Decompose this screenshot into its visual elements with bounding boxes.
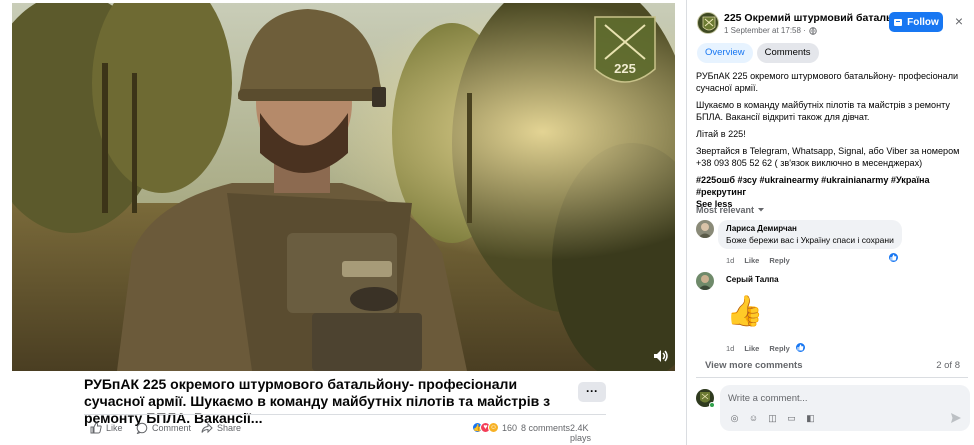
video-player[interactable]: 225 bbox=[12, 3, 675, 371]
tab-comments[interactable]: Comments bbox=[756, 43, 819, 63]
comment-button[interactable]: Comment bbox=[136, 422, 191, 434]
gif-icon[interactable]: ▭ bbox=[786, 413, 797, 424]
comment-meta: 1d Like Reply bbox=[726, 344, 790, 353]
comment-icon bbox=[136, 422, 148, 434]
video-frame: 225 bbox=[12, 3, 675, 371]
send-icon[interactable] bbox=[950, 412, 962, 424]
post-date-text: 1 September at 17:58 · bbox=[724, 26, 806, 35]
reaction-count[interactable]: 160 bbox=[502, 423, 517, 433]
comment-input-box[interactable]: ◎ ☺ ◫ ▭ ◧ bbox=[720, 385, 970, 431]
user-avatar-icon bbox=[696, 220, 714, 238]
comment-label: Comment bbox=[152, 423, 192, 433]
more-options-button[interactable]: ··· bbox=[578, 382, 606, 402]
share-button[interactable]: Share bbox=[201, 422, 241, 434]
globe-icon bbox=[809, 26, 817, 35]
sort-dropdown[interactable]: Most relevant bbox=[696, 205, 765, 215]
divider bbox=[84, 414, 606, 415]
description-line-2: Шукаємо в команду майбутніх пілотів та м… bbox=[696, 100, 950, 122]
sort-label: Most relevant bbox=[696, 205, 755, 215]
comment-time[interactable]: 1d bbox=[726, 344, 734, 353]
divider bbox=[696, 377, 968, 378]
post-date: 1 September at 17:58 · bbox=[724, 26, 817, 35]
camera-icon[interactable]: ◫ bbox=[767, 413, 778, 424]
chevron-down-icon bbox=[758, 208, 765, 212]
sidebar-tabs: Overview Comments bbox=[697, 43, 819, 63]
emoji-icon[interactable]: ☺ bbox=[748, 413, 759, 424]
description-line-3: Літай в 225! bbox=[696, 129, 746, 139]
follow-label: Follow bbox=[907, 16, 939, 28]
comment-input[interactable] bbox=[728, 390, 958, 406]
comment-meta: 1d Like Reply bbox=[726, 256, 790, 265]
video-panel: 225 РУБпАК 225 окремого штурмового батал… bbox=[0, 0, 686, 445]
facebook-video-post: 225 РУБпАК 225 окремого штурмового батал… bbox=[0, 0, 974, 445]
page-avatar-emblem-icon bbox=[702, 16, 716, 31]
composer-tools: ◎ ☺ ◫ ▭ ◧ bbox=[729, 413, 816, 424]
comment-count[interactable]: 8 comments bbox=[521, 423, 570, 433]
page-avatar[interactable] bbox=[697, 12, 719, 34]
comment-reply-button[interactable]: Reply bbox=[769, 256, 789, 265]
play-count: 2.4K plays bbox=[570, 423, 592, 443]
post-actions: Like Comment Share 👍 ♥ ☺ 160 8 comments … bbox=[84, 420, 606, 443]
description-line-1: РУБпАК 225 окремого штурмового батальйон… bbox=[696, 71, 959, 93]
commenter-avatar[interactable] bbox=[696, 272, 714, 290]
post-sidebar: 225 Окремий штурмовий батальйон 1 Septem… bbox=[686, 0, 974, 445]
comment-bubble: Лариса Демирчан Боже бережи вас і Україн… bbox=[718, 220, 902, 249]
post-description: РУБпАК 225 окремого штурмового батальйон… bbox=[696, 70, 972, 210]
commenter-name[interactable]: Серый Талпа bbox=[718, 272, 779, 284]
like-button[interactable]: Like bbox=[90, 422, 123, 434]
tab-overview[interactable]: Overview bbox=[697, 43, 753, 63]
care-reaction-icon: ☺ bbox=[488, 422, 499, 433]
emblem-number: 225 bbox=[614, 61, 636, 76]
page-name[interactable]: 225 Окремий штурмовий батальйон bbox=[724, 12, 912, 24]
thumbs-up-sticker: 👍 bbox=[726, 295, 764, 328]
follow-button[interactable]: Follow bbox=[889, 12, 943, 32]
reaction-icons[interactable]: 👍 ♥ ☺ bbox=[472, 422, 499, 433]
comment-reply-button[interactable]: Reply bbox=[769, 344, 789, 353]
share-label: Share bbox=[217, 423, 242, 433]
user-avatar-icon bbox=[696, 272, 714, 290]
view-more-comments-link[interactable]: View more comments bbox=[705, 360, 803, 371]
description-line-4: Звертайся в Telegram, Whatsapp, Signal, … bbox=[696, 146, 960, 168]
comment-like-reaction-icon[interactable] bbox=[795, 342, 806, 353]
share-icon bbox=[201, 422, 213, 434]
comment-like-button[interactable]: Like bbox=[744, 256, 759, 265]
comment-text: Боже бережи вас і Україну спаси і сохран… bbox=[726, 235, 894, 245]
follow-icon bbox=[894, 19, 903, 26]
like-label: Like bbox=[106, 423, 123, 433]
hashtags[interactable]: #225ошб #зсу #ukrainearmy #ukrainianarmy… bbox=[696, 174, 972, 198]
comment-page-count: 2 of 8 bbox=[936, 360, 960, 371]
commenter-name[interactable]: Лариса Демирчан bbox=[726, 224, 894, 233]
comment-time[interactable]: 1d bbox=[726, 256, 734, 265]
sticker-icon[interactable]: ◧ bbox=[805, 413, 816, 424]
avatar-sticker-icon[interactable]: ◎ bbox=[729, 413, 740, 424]
online-status-dot bbox=[709, 402, 715, 408]
comment-like-button[interactable]: Like bbox=[744, 344, 759, 353]
comment-like-reaction-icon[interactable] bbox=[888, 252, 899, 263]
volume-icon[interactable] bbox=[653, 349, 669, 363]
comment-bubble: Серый Талпа 👍 bbox=[718, 272, 779, 328]
like-icon bbox=[90, 422, 102, 434]
commenter-avatar[interactable] bbox=[696, 220, 714, 238]
close-icon[interactable]: × bbox=[949, 12, 969, 32]
comment-composer: ◎ ☺ ◫ ▭ ◧ bbox=[696, 385, 970, 435]
